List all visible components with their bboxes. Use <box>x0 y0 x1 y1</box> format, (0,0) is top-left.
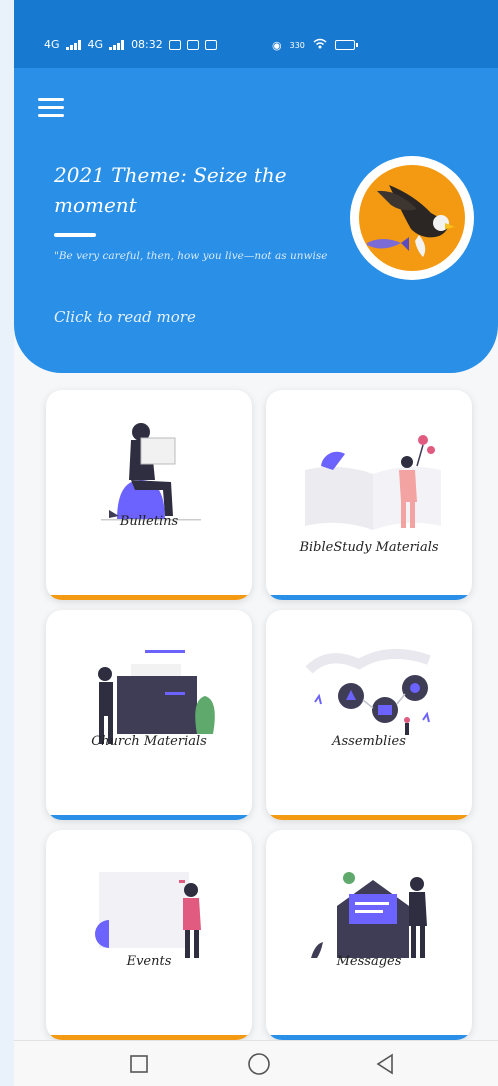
status-time: 08:32 <box>131 38 163 51</box>
vibrate-icon: ◉ <box>272 38 282 52</box>
triangle-back-icon[interactable] <box>372 1051 398 1077</box>
folder-person-icon <box>98 650 215 744</box>
hamburger-menu-icon[interactable] <box>38 98 64 118</box>
read-more-link[interactable]: Click to read more <box>54 308 196 326</box>
card-church-materials[interactable]: Church Materials <box>46 610 252 820</box>
calendar-person-icon <box>95 872 201 958</box>
card-label: BibleStudy Materials <box>299 540 439 555</box>
battery-icon <box>334 40 358 50</box>
card-biblestudy-materials[interactable]: BibleStudy Materials <box>266 390 472 600</box>
gallery-icon <box>204 39 217 50</box>
network-label-2: 4G <box>87 38 104 51</box>
system-nav-bar <box>14 1040 498 1086</box>
open-bible-icon <box>305 435 441 530</box>
title-divider <box>54 233 96 237</box>
card-messages[interactable]: Messages <box>266 830 472 1040</box>
card-events[interactable]: Events <box>46 830 252 1040</box>
community-network-icon <box>305 648 431 735</box>
status-right: ◉ 330 <box>272 38 358 52</box>
speed-label: 330 <box>289 40 305 50</box>
theme-image <box>350 156 474 280</box>
signal-icon <box>109 39 125 50</box>
card-label: Church Materials <box>91 734 207 749</box>
eagle-and-fish-icon <box>367 185 455 257</box>
theme-title: 2021 Theme: Seize the moment <box>54 163 287 217</box>
app-screen: 4G 4G 08:32 ◉ 330 2021 Theme: Seize the … <box>14 0 498 1086</box>
theme-banner: 2021 Theme: Seize the moment "Be very ca… <box>14 68 498 373</box>
circle-home-icon[interactable] <box>246 1051 272 1077</box>
network-label-1: 4G <box>44 38 60 51</box>
card-bulletins[interactable]: Bulletins <box>46 390 252 600</box>
signal-icon <box>65 39 82 50</box>
mail-icon <box>186 39 199 50</box>
card-label: Messages <box>336 954 402 969</box>
card-label: Events <box>126 954 172 969</box>
card-label: Assemblies <box>332 734 406 749</box>
status-bar: 4G 4G 08:32 ◉ 330 <box>14 0 498 68</box>
reading-person-icon <box>101 423 201 521</box>
envelope-person-icon <box>311 872 427 958</box>
status-left: 4G 4G 08:32 <box>44 38 217 51</box>
card-label: Bulletins <box>119 514 179 529</box>
square-recent-apps-icon[interactable] <box>126 1051 152 1077</box>
theme-verse: "Be very careful, then, how you live—not… <box>54 250 330 262</box>
wifi-icon <box>313 38 327 52</box>
notification-icon <box>168 39 181 50</box>
card-assemblies[interactable]: Assemblies <box>266 610 472 820</box>
